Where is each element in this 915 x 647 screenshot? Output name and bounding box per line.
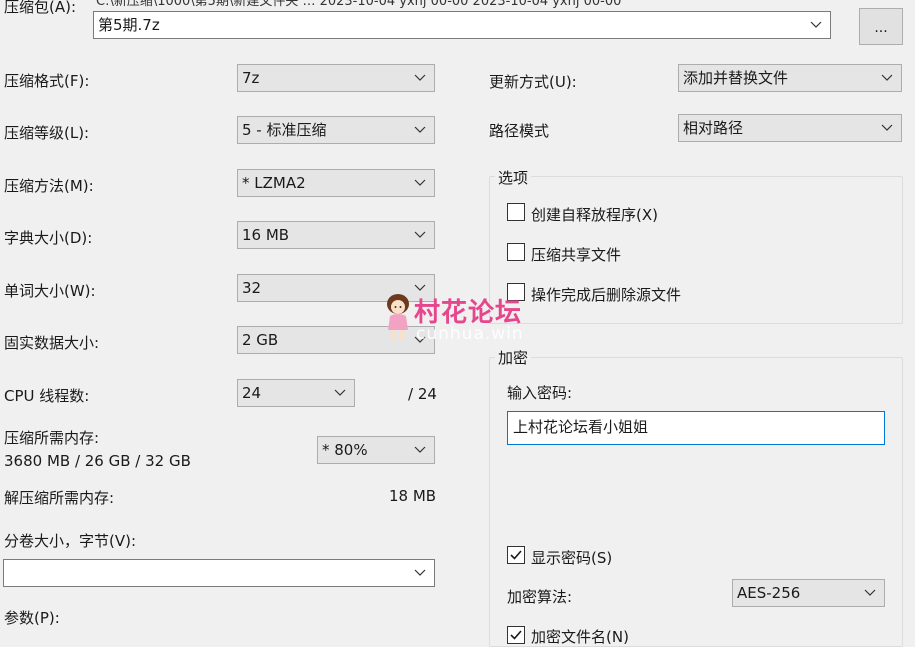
- decomp-value: 18 MB: [389, 487, 437, 505]
- chevron-down-icon: [414, 446, 426, 453]
- format-label: 压缩格式(F):: [4, 72, 90, 90]
- archive-value: 第5期.7z: [98, 16, 160, 34]
- method-combo[interactable]: * LZMA2: [237, 169, 435, 197]
- show-password-label: 显示密码(S): [531, 549, 613, 567]
- volume-combo[interactable]: [3, 559, 435, 587]
- solid-value: 2 GB: [242, 331, 279, 349]
- level-value: 5 - 标准压缩: [242, 121, 327, 139]
- memory-value: * 80%: [322, 441, 368, 459]
- memory-label: 压缩所需内存:: [4, 429, 100, 447]
- watermark-logo: 村花论坛 cunhua.win: [384, 290, 544, 350]
- volume-label: 分卷大小，字节(V):: [4, 532, 137, 550]
- password-value: 上村花论坛看小姐姐: [513, 418, 649, 436]
- update-label: 更新方式(U):: [489, 73, 577, 91]
- method-label: 压缩方法(M):: [4, 177, 94, 195]
- threads-label: CPU 线程数:: [4, 387, 90, 405]
- enc-method-combo[interactable]: AES-256: [732, 579, 885, 607]
- level-label: 压缩等级(L):: [4, 124, 90, 142]
- checkmark-icon: [510, 630, 522, 640]
- level-combo[interactable]: 5 - 标准压缩: [237, 116, 435, 144]
- show-password-checkbox[interactable]: [507, 546, 525, 564]
- format-value: 7z: [242, 69, 260, 87]
- sfx-checkbox[interactable]: [507, 203, 525, 221]
- chevron-down-icon: [810, 21, 822, 28]
- chevron-down-icon: [414, 231, 426, 238]
- threads-total: / 24: [408, 385, 437, 403]
- password-input[interactable]: 上村花论坛看小姐姐: [507, 411, 885, 445]
- chevron-down-icon: [414, 569, 426, 576]
- update-combo[interactable]: 添加并替换文件: [678, 64, 902, 92]
- girl-mascot-icon: [387, 294, 409, 340]
- format-combo[interactable]: 7z: [237, 64, 435, 92]
- decomp-label: 解压缩所需内存:: [4, 489, 115, 507]
- archive-label: 压缩包(A):: [4, 0, 77, 16]
- options-title: 选项: [495, 167, 532, 188]
- threads-value: 24: [242, 384, 262, 402]
- chevron-down-icon: [414, 179, 426, 186]
- dict-label: 字典大小(D):: [4, 229, 93, 247]
- memory-detail: 3680 MB / 26 GB / 32 GB: [4, 452, 191, 470]
- enc-method-label: 加密算法:: [507, 588, 573, 606]
- encrypt-names-label: 加密文件名(N): [531, 628, 629, 646]
- sfx-label: 创建自释放程序(X): [531, 206, 658, 224]
- chevron-down-icon: [881, 74, 893, 81]
- chevron-down-icon: [864, 589, 876, 596]
- threads-combo[interactable]: 24: [237, 379, 355, 407]
- chevron-down-icon: [881, 124, 893, 131]
- encryption-title: 加密: [495, 347, 532, 368]
- params-label: 参数(P):: [4, 609, 60, 627]
- word-value: 32: [242, 279, 262, 297]
- delete-label: 操作完成后删除源文件: [531, 286, 682, 304]
- watermark-subtitle: cunhua.win: [416, 324, 524, 344]
- archive-combo[interactable]: 第5期.7z: [93, 11, 831, 39]
- chevron-down-icon: [334, 389, 346, 396]
- memory-combo[interactable]: * 80%: [317, 436, 435, 464]
- archive-path-text: C:\新压缩\1000\第5期\新建文件夹 … 2023-10-04 yxhj …: [96, 0, 622, 9]
- enc-method-value: AES-256: [737, 584, 801, 602]
- browse-button[interactable]: ...: [859, 8, 903, 45]
- update-value: 添加并替换文件: [683, 69, 789, 87]
- path-mode-combo[interactable]: 相对路径: [678, 114, 902, 142]
- solid-label: 固实数据大小:: [4, 334, 100, 352]
- chevron-down-icon: [414, 74, 426, 81]
- shared-checkbox[interactable]: [507, 243, 525, 261]
- shared-label: 压缩共享文件: [531, 246, 622, 264]
- word-label: 单词大小(W):: [4, 282, 96, 300]
- dict-value: 16 MB: [242, 226, 290, 244]
- path-mode-value: 相对路径: [683, 119, 744, 137]
- password-label: 输入密码:: [507, 384, 573, 402]
- method-value: * LZMA2: [242, 174, 306, 192]
- encrypt-names-checkbox[interactable]: [507, 626, 525, 644]
- checkmark-icon: [510, 550, 522, 560]
- dict-combo[interactable]: 16 MB: [237, 221, 435, 249]
- path-mode-label: 路径模式: [489, 122, 550, 140]
- chevron-down-icon: [414, 126, 426, 133]
